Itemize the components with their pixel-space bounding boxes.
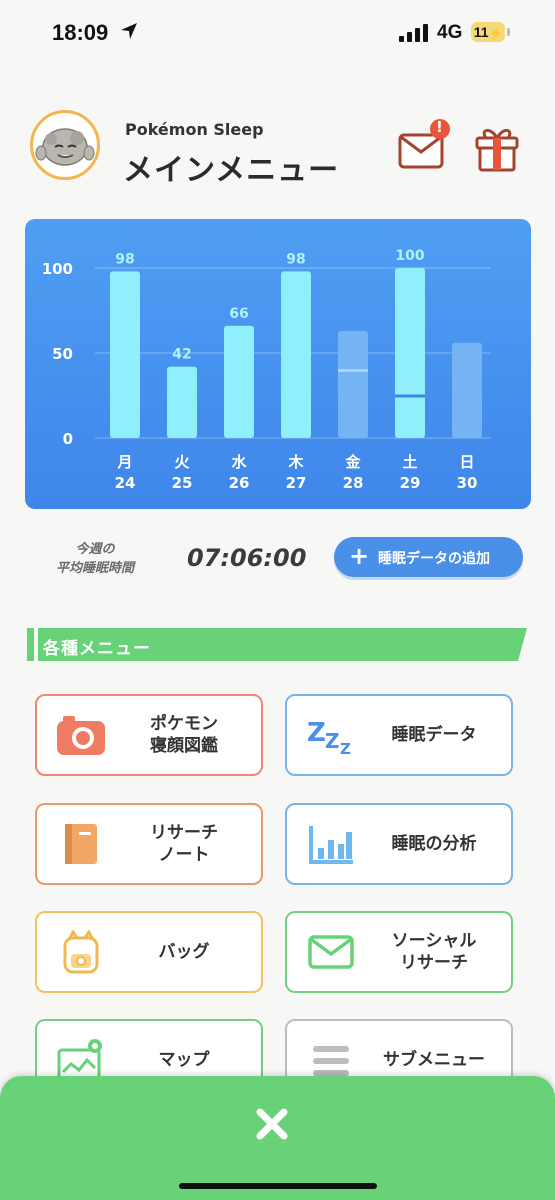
bar-value-label: 100 (395, 248, 424, 264)
chart-bar (224, 325, 254, 438)
menu-label-bag: バッグ (158, 942, 210, 962)
svg-text:Z: Z (307, 718, 326, 748)
zzz-icon: Z Z Z (307, 718, 351, 757)
location-arrow-icon (121, 23, 137, 39)
x-day-label: 水 (231, 453, 247, 471)
battery-level: 11 (473, 24, 489, 40)
graveler-avatar-icon (35, 128, 95, 166)
chart-svg: 100 50 0 98 月 24 42 火 25 66 水 26 98 木 27 金 28 100 土 29 日 30 (42, 248, 491, 492)
menu-label-research-note: リサーチ ノート (150, 823, 218, 865)
x-day-label: 火 (174, 453, 190, 471)
menu-button-research-note[interactable]: リサーチ ノート (35, 803, 263, 885)
x-day-label: 日 (459, 453, 474, 471)
menu-label-sleep-data: 睡眠データ (391, 725, 477, 745)
app-name: Pokémon Sleep (125, 120, 264, 139)
menu-button-pokedex[interactable]: ポケモン 寝顔図鑑 (35, 694, 263, 776)
menu-button-sleep-data[interactable]: Z Z Z 睡眠データ (285, 694, 513, 776)
menu-label-pokedex: ポケモン 寝顔図鑑 (150, 714, 218, 756)
chart-bar (167, 366, 197, 438)
x-date-label: 24 (115, 474, 136, 492)
mail-badge: ! (436, 118, 443, 136)
menu-button-social-research[interactable]: ソーシャル リサーチ (285, 911, 513, 993)
page-title: メインメニュー (123, 153, 340, 188)
bottom-sheet (0, 1076, 555, 1200)
bar-chart-icon (309, 826, 353, 864)
x-day-label: 月 (116, 453, 132, 471)
x-date-label: 26 (229, 474, 250, 492)
bar-divider (338, 369, 368, 372)
envelope-icon (308, 935, 354, 969)
x-date-label: 30 (457, 474, 478, 492)
sleep-score-chart[interactable]: 100 50 0 98 月 24 42 火 25 66 水 26 98 木 27 金 28 100 土 29 日 30 (25, 219, 531, 509)
y-tick-label: 50 (52, 345, 73, 363)
bar-value-label: 66 (229, 306, 248, 322)
add-sleep-data-label: 睡眠データの追加 (378, 551, 490, 567)
add-sleep-data-button[interactable]: + 睡眠データの追加 (334, 537, 523, 577)
svg-text:Z: Z (325, 729, 340, 753)
status-time: 18:09 (52, 20, 109, 45)
bag-icon (63, 930, 99, 974)
chart-bar (110, 271, 140, 438)
status-bar: 18:09 4G 11⚡ (0, 0, 555, 66)
bar-value-label: 42 (172, 347, 191, 363)
avg-sleep-value: 07:06:00 (187, 544, 307, 572)
x-day-label: 土 (402, 453, 417, 471)
menu-label-social-research: ソーシャル リサーチ (391, 931, 477, 973)
mail-button[interactable]: ! (396, 118, 450, 174)
avg-sleep-label: 今週の 平均睡眠時間 (55, 542, 134, 576)
camera-icon (57, 716, 105, 755)
gift-button[interactable] (472, 124, 522, 174)
chart-bar (452, 342, 482, 438)
battery-cap (507, 28, 510, 36)
home-indicator (179, 1183, 377, 1189)
plus-icon: + (349, 542, 370, 570)
x-date-label: 29 (400, 474, 421, 492)
network-type: 4G (437, 22, 463, 43)
menu-label-sleep-analysis: 睡眠の分析 (391, 834, 477, 854)
chart-bar (281, 271, 311, 438)
svg-text:Z: Z (340, 740, 351, 757)
x-date-label: 25 (172, 474, 193, 492)
chart-bar (395, 268, 425, 438)
chart-bar (338, 330, 368, 438)
gift-icon (475, 129, 519, 172)
x-day-label: 金 (344, 453, 361, 471)
bar-value-label: 98 (115, 251, 134, 267)
battery-icon: 11⚡ (471, 22, 505, 42)
menu-button-bag[interactable]: バッグ (35, 911, 263, 993)
avatar[interactable] (30, 110, 100, 180)
bar-value-label: 98 (286, 251, 305, 267)
signal-icon (399, 24, 428, 42)
y-tick-label: 0 (63, 430, 73, 448)
close-icon[interactable] (248, 1100, 296, 1148)
section-title: 各種メニュー (43, 639, 151, 659)
x-date-label: 28 (343, 474, 364, 492)
menu-button-sleep-analysis[interactable]: 睡眠の分析 (285, 803, 513, 885)
x-date-label: 27 (286, 474, 307, 492)
y-tick-label: 100 (42, 260, 73, 278)
bar-divider (395, 394, 425, 398)
notebook-icon (65, 824, 97, 864)
x-day-label: 木 (287, 453, 304, 471)
